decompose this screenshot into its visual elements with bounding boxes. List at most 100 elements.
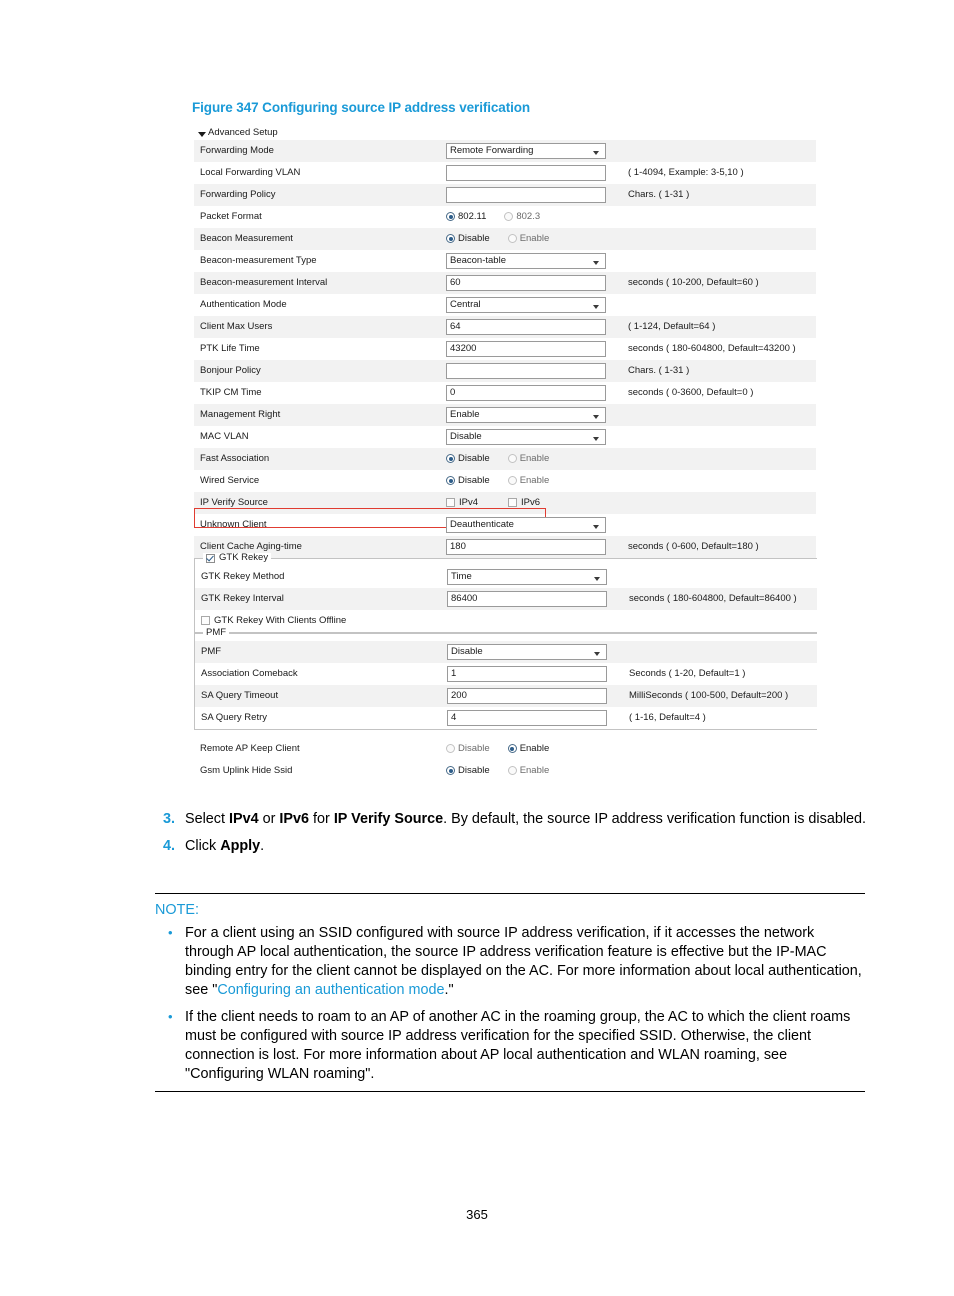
input-gtk-rekey-interval[interactable]: 86400 — [447, 591, 607, 607]
form-row: Forwarding Mode Remote Forwarding — [194, 140, 816, 162]
row-hint: seconds ( 180-604800, Default=86400 ) — [629, 592, 797, 604]
row-hint — [624, 206, 816, 228]
row-label: Wired Service — [200, 474, 260, 486]
select-authentication-mode[interactable]: Central — [446, 297, 606, 313]
radio-option-802-3[interactable]: 802.3 — [504, 210, 541, 223]
radio-icon — [507, 234, 517, 244]
input-client-cache-aging-time[interactable]: 180 — [446, 539, 606, 555]
radio-label: Disable — [458, 232, 490, 244]
input-local-forwarding-vlan[interactable] — [446, 165, 606, 181]
input-bonjour-policy[interactable] — [446, 363, 606, 379]
radio-option-disable[interactable]: Disable — [446, 232, 490, 245]
advanced-setup-header[interactable]: Advanced Setup — [194, 127, 806, 140]
radio-label: 802.3 — [516, 210, 541, 222]
row-label: GTK Rekey Interval — [201, 592, 284, 604]
checkbox-option-gtk-rekey-with-clients-offline[interactable]: GTK Rekey With Clients Offline — [201, 615, 346, 627]
form-row: Fast Association Disable Enable — [194, 448, 816, 470]
select-management-right[interactable]: Enable — [446, 407, 606, 423]
row-control: 0 — [446, 382, 624, 404]
select-gtk-rekey-method[interactable]: Time — [447, 569, 607, 585]
row-control: Disable Enable — [446, 470, 624, 492]
select-mac-vlan[interactable]: Disable — [446, 429, 606, 445]
radio-group-packet-format: 802.11 802.3 — [446, 210, 624, 223]
input-tkip-cm-time[interactable]: 0 — [446, 385, 606, 401]
checkbox-icon[interactable] — [206, 553, 215, 563]
input-sa-query-timeout[interactable]: 200 — [447, 688, 607, 704]
row-label: Fast Association — [200, 452, 270, 464]
form-row: Beacon-measurement Type Beacon-table — [194, 250, 816, 272]
figure-caption: Figure 347 Configuring source IP address… — [192, 100, 531, 115]
chevron-down-icon — [198, 132, 206, 137]
radio-option-enable[interactable]: Enable — [507, 742, 550, 755]
row-hint — [624, 492, 816, 514]
note-block: NOTE: • For a client using an SSID config… — [155, 893, 865, 1093]
row-hint: ( 1-16, Default=4 ) — [629, 711, 706, 723]
row-control — [446, 360, 624, 382]
radio-option-802-11[interactable]: 802.11 — [446, 211, 486, 223]
radio-label: Enable — [519, 764, 550, 776]
input-ptk-life-time[interactable]: 43200 — [446, 341, 606, 357]
select-pmf[interactable]: Disable — [447, 644, 607, 660]
input-forwarding-policy[interactable] — [446, 187, 606, 203]
row-hint — [625, 566, 817, 588]
cross-reference-link[interactable]: Configuring an authentication mode — [217, 982, 444, 998]
form-row: Authentication Mode Central — [194, 294, 816, 316]
gtk-rekey-table: GTK Rekey Method Time GTK Rekey Interval 86… — [195, 566, 817, 610]
row-control: Central — [446, 294, 624, 316]
radio-option-enable[interactable]: Enable — [507, 475, 549, 487]
bullet-icon: • — [168, 1008, 173, 1024]
form-row: Client Cache Aging-time 180 seconds ( 0-60… — [194, 536, 816, 558]
row-label: Beacon-measurement Interval — [200, 276, 328, 288]
radio-option-enable[interactable]: Enable — [507, 453, 549, 465]
radio-icon — [446, 454, 455, 464]
note-text: If the client needs to roam to an AP of … — [185, 1008, 851, 1083]
radio-label: Enable — [519, 232, 550, 244]
row-control: 64 — [446, 316, 624, 338]
select-beacon-measurement-type[interactable]: Beacon-table — [446, 253, 606, 269]
checkbox-group-ip-verify-source: IPv4 IPv6 — [446, 496, 624, 509]
input-sa-query-retry[interactable]: 4 — [447, 710, 607, 726]
row-label: PMF — [201, 645, 222, 657]
input-client-max-users[interactable]: 64 — [446, 319, 606, 335]
radio-option-enable[interactable]: Enable — [507, 232, 550, 245]
row-hint: Chars. ( 1-31 ) — [628, 364, 690, 376]
radio-option-disable[interactable]: Disable — [446, 453, 490, 465]
row-hint — [624, 470, 816, 492]
row-control: Disable — [446, 426, 624, 448]
form-row: Association Comeback 1 Seconds ( 1-20, Def… — [195, 663, 817, 685]
row-control: Deauthenticate — [446, 514, 624, 536]
row-label: Association Comeback — [201, 667, 298, 679]
checkbox-option-ipv6[interactable]: IPv6 — [508, 497, 540, 509]
row-control: 86400 — [447, 588, 625, 610]
form-row: Management Right Enable — [194, 404, 816, 426]
row-label: Bonjour Policy — [200, 364, 261, 376]
checkbox-label: IPv4 — [459, 496, 479, 508]
form-row: Unknown Client Deauthenticate — [194, 514, 816, 536]
select-unknown-client[interactable]: Deauthenticate — [446, 517, 606, 533]
radio-option-disable[interactable]: Disable — [446, 743, 490, 755]
radio-option-enable[interactable]: Enable — [507, 764, 550, 777]
bullet-icon: • — [168, 925, 173, 940]
row-hint — [624, 404, 816, 426]
form-row: Local Forwarding VLAN ( 1-4094, Example: … — [194, 162, 816, 184]
input-beacon-measurement-interval[interactable]: 60 — [446, 275, 606, 291]
input-association-comeback[interactable]: 1 — [447, 666, 607, 682]
row-control: IPv4 IPv6 — [446, 492, 624, 514]
radio-group-remote-ap-keep-client: Disable Enable — [446, 742, 550, 755]
advanced-setup-label: Advanced Setup — [208, 127, 278, 139]
checkbox-option-ipv4[interactable]: IPv4 — [446, 496, 479, 509]
radio-group-fast-association: Disable Enable — [446, 453, 624, 465]
gtk-rekey-legend[interactable]: GTK Rekey — [203, 552, 272, 564]
row-control: 802.11 802.3 — [446, 206, 624, 228]
row-hint — [624, 448, 816, 470]
row-control: Disable Enable — [446, 764, 550, 777]
radio-label: Enable — [519, 742, 550, 754]
step-text: Click Apply. — [185, 838, 265, 855]
row-label: Beacon Measurement — [200, 232, 293, 244]
form-row: Beacon-measurement Interval 60 seconds ( 1… — [194, 272, 816, 294]
radio-option-disable[interactable]: Disable — [446, 475, 490, 487]
radio-option-disable[interactable]: Disable — [446, 765, 490, 777]
row-control: Remote Forwarding — [446, 140, 624, 162]
row-label: IP Verify Source — [194, 492, 546, 529]
select-forwarding-mode[interactable]: Remote Forwarding — [446, 143, 606, 159]
